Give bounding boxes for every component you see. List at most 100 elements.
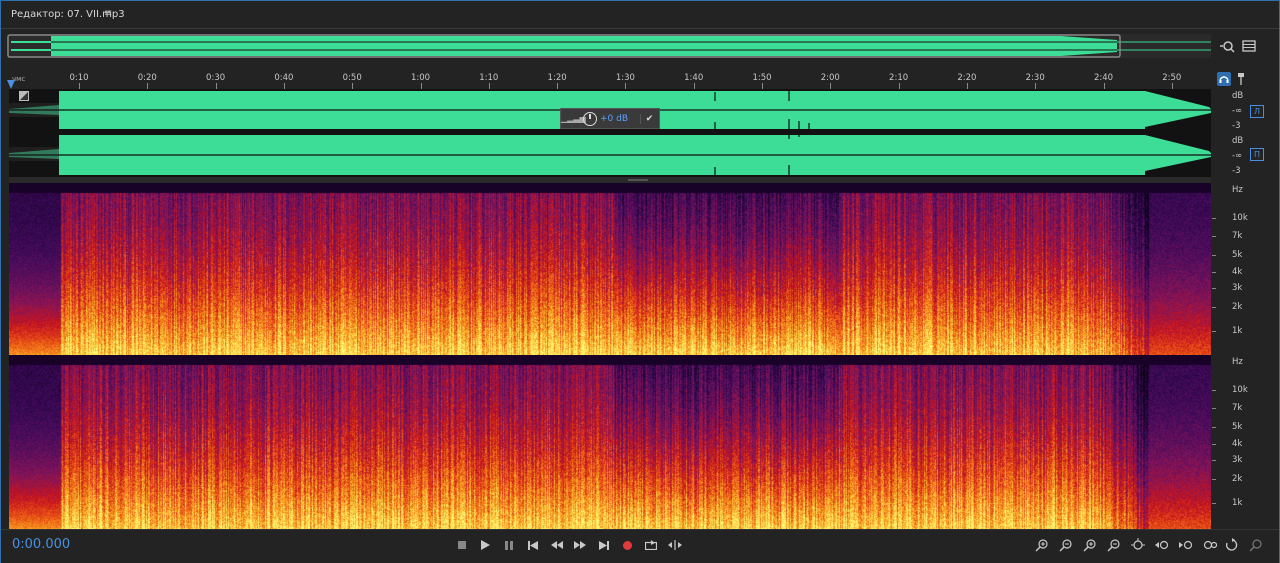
spectral-display-right[interactable] (9, 355, 1211, 529)
skip-selection-icon[interactable] (666, 536, 684, 554)
hz-label: 7k (1232, 403, 1243, 413)
left-channel-button[interactable]: Л (1250, 105, 1264, 118)
hz-label: 3k (1232, 283, 1243, 293)
ruler-label: 0:50 (342, 73, 362, 83)
ruler-label: 2:00 (820, 73, 840, 83)
hz-label: 7k (1232, 231, 1243, 241)
ruler-label: 2:50 (1162, 73, 1182, 83)
record-button[interactable] (618, 536, 636, 554)
hz-tick (1212, 503, 1216, 504)
ruler-label: 1:40 (684, 73, 704, 83)
db-label-left-unit: dB (1232, 91, 1244, 101)
zoom-out-time-icon[interactable] (1105, 536, 1123, 554)
hz-tick (1212, 288, 1216, 289)
zoom-in-time-icon[interactable] (1081, 536, 1099, 554)
zoom-out-full-icon[interactable] (1129, 536, 1147, 554)
pin-icon[interactable]: ✔ (640, 113, 658, 124)
hz-label: 1k (1232, 326, 1243, 336)
db-label-left-inf: -∞ (1232, 106, 1243, 116)
loop-playback-icon[interactable] (642, 536, 660, 554)
zoom-selection-icon[interactable] (1201, 536, 1219, 554)
hz-tick (1212, 307, 1216, 308)
time-ruler[interactable]: чмс 0:10 0:20 0:30 0:40 0:50 1:00 1:10 1:20 1:30… (9, 71, 1211, 89)
hz-label: 5k (1232, 422, 1243, 432)
ruler-label: 0:20 (137, 73, 157, 83)
hz-tick (1212, 390, 1216, 391)
spectrogram-right (9, 355, 1211, 529)
spectrogram-left (9, 183, 1211, 355)
hz-label: 2k (1232, 474, 1243, 484)
db-label-left-minus3: -3 (1232, 121, 1241, 131)
marker-icon[interactable] (1234, 72, 1248, 86)
zoom-reset-icon[interactable] (1223, 536, 1241, 554)
amplitude-hud[interactable]: ▁▂▃▅ +0 dB ✔ (560, 108, 660, 129)
overview-navigator[interactable] (7, 34, 1211, 58)
ruler-label: 0:30 (206, 73, 226, 83)
play-button[interactable] (476, 536, 494, 554)
zoom-fit-icon[interactable] (1247, 536, 1265, 554)
hz-label: 2k (1232, 302, 1243, 312)
right-channel-button[interactable]: П (1250, 148, 1264, 161)
hz-label: 10k (1232, 213, 1248, 223)
zoom-in-amplitude-icon[interactable] (1033, 536, 1051, 554)
zoom-out-amplitude-icon[interactable] (1057, 536, 1075, 554)
divider-grip[interactable] (628, 179, 648, 181)
skip-to-start-button[interactable] (524, 536, 542, 554)
hz-tick (1212, 236, 1216, 237)
hz-tick (1212, 408, 1216, 409)
zoom-out-point-icon[interactable] (1177, 536, 1195, 554)
level-bars-icon: ▁▂▃▅ (561, 114, 586, 123)
hz-label: 4k (1232, 267, 1243, 277)
time-readout[interactable]: 0:00.000 (12, 537, 70, 552)
hz-unit-right: Hz (1232, 357, 1243, 367)
ruler-label: 1:00 (410, 73, 431, 83)
db-label-right-minus3: -3 (1232, 166, 1241, 176)
ruler-label: 2:10 (889, 73, 909, 83)
hz-label: 1k (1232, 498, 1243, 508)
fast-forward-button[interactable] (571, 536, 589, 554)
hz-tick (1212, 255, 1216, 256)
zoom-navigator-icon[interactable] (1218, 37, 1236, 55)
ruler-label: 1:10 (479, 73, 499, 83)
hz-label: 10k (1232, 385, 1248, 395)
pause-button[interactable] (500, 536, 518, 554)
panel-menu-icon[interactable]: ≡ (104, 8, 112, 19)
hz-unit-left: Hz (1232, 185, 1243, 195)
skip-to-end-button[interactable] (595, 536, 613, 554)
hz-tick (1212, 331, 1216, 332)
ruler-label: 2:20 (957, 73, 977, 83)
hz-tick (1212, 460, 1216, 461)
stop-button[interactable] (453, 536, 471, 554)
hz-tick (1212, 272, 1216, 273)
transport-bar: 0:00.000 (1, 529, 1279, 563)
db-label-right-inf: -∞ (1232, 151, 1243, 161)
ruler-label: 0:10 (69, 73, 89, 83)
hz-tick (1212, 427, 1216, 428)
hz-scale-left: Hz 10k 7k 5k 4k 3k 2k 1k (1212, 183, 1270, 355)
rewind-button[interactable] (548, 536, 566, 554)
spectral-display-left[interactable] (9, 183, 1211, 355)
editor-panel: Редактор: 07. VII.mp3 ≡ чмс 0:10 0:20 0:… (0, 0, 1280, 563)
db-scale: dB -∞ -3 dB -∞ -3 (1212, 89, 1270, 177)
ruler-label: 2:30 (1025, 73, 1045, 83)
ruler-label: 2:40 (1093, 73, 1114, 83)
hz-tick (1212, 479, 1216, 480)
db-label-right-unit: dB (1232, 136, 1244, 146)
waveform-graphic (9, 89, 1211, 177)
editor-title-bar: Редактор: 07. VII.mp3 ≡ (1, 1, 1279, 29)
hz-label: 4k (1232, 439, 1243, 449)
headphones-icon[interactable] (1217, 72, 1231, 86)
ruler-label: 1:30 (615, 73, 635, 83)
waveform-display[interactable] (9, 89, 1211, 177)
ruler-label: 1:50 (752, 73, 772, 83)
hz-scale-right: Hz 10k 7k 5k 4k 3k 2k 1k (1212, 355, 1270, 529)
amplitude-value: +0 dB (600, 113, 629, 124)
hz-tick (1212, 444, 1216, 445)
playhead-marker[interactable] (7, 80, 15, 89)
hz-label: 3k (1232, 455, 1243, 465)
volume-knob[interactable] (583, 111, 597, 126)
list-icon[interactable] (1240, 37, 1258, 55)
ruler-label: 0:40 (274, 73, 294, 83)
zoom-in-point-icon[interactable] (1153, 536, 1171, 554)
ruler-label: 1:20 (547, 73, 567, 83)
